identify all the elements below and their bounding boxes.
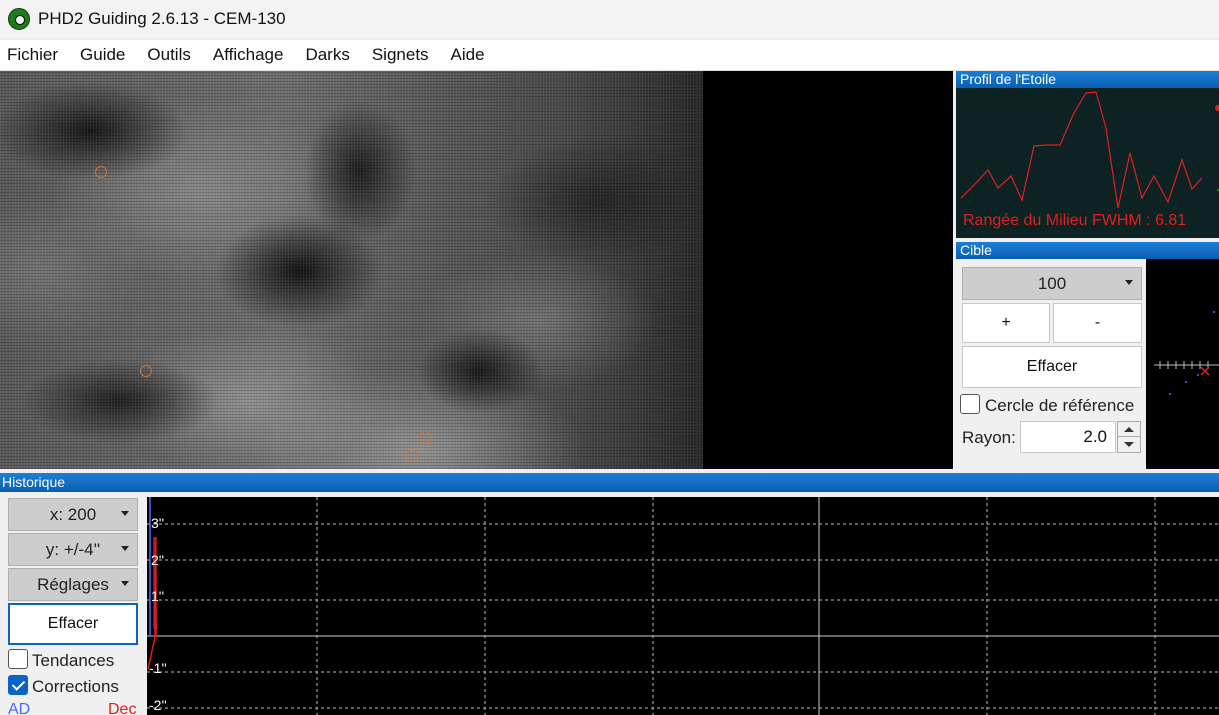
x-scale-select[interactable]: x: 200: [8, 498, 138, 531]
fwhm-label: Rangée du Milieu FWHM : 6.81: [963, 212, 1187, 229]
zoom-in-button[interactable]: +: [962, 303, 1050, 343]
radius-spinner[interactable]: [1117, 421, 1141, 453]
y-label-minus-1: -1'': [149, 660, 167, 676]
star-marker[interactable]: [140, 365, 152, 377]
history-header: Historique: [0, 473, 1219, 492]
arrow-down-icon: [1124, 442, 1134, 447]
menu-darks[interactable]: Darks: [294, 40, 360, 71]
history-grid: [147, 497, 1219, 715]
y-label-1: 1'': [151, 588, 165, 604]
legend-ad: AD: [8, 701, 31, 715]
chevron-down-icon: [121, 545, 129, 551]
arrow-up-icon: [1124, 426, 1134, 432]
target-plot: [1146, 259, 1219, 469]
target-clear-button[interactable]: Effacer: [962, 346, 1142, 388]
trends-checkbox[interactable]: [8, 649, 28, 669]
zoom-value: 100: [1037, 273, 1067, 293]
corrections-checkbox[interactable]: [8, 675, 28, 695]
chevron-down-icon: [1125, 279, 1133, 285]
menu-fichier[interactable]: Fichier: [0, 40, 69, 71]
camera-view[interactable]: [0, 71, 953, 469]
y-scale-select[interactable]: y: +/-4'': [8, 533, 138, 566]
window-title: PHD2 Guiding 2.6.13 - CEM-130: [38, 9, 286, 28]
guide-camera-image[interactable]: [0, 71, 703, 469]
ref-circle-checkbox[interactable]: [960, 394, 980, 414]
dec-correction-bar: [153, 537, 157, 629]
title-bar: PHD2 Guiding 2.6.13 - CEM-130: [0, 0, 1219, 38]
zoom-select[interactable]: 100: [962, 267, 1142, 300]
spin-up-button[interactable]: [1118, 422, 1140, 437]
menu-affichage[interactable]: Affichage: [202, 40, 295, 71]
star-profile-header: Profil de l'Etoile: [956, 71, 1219, 88]
ref-circle-label: Cercle de référence: [985, 396, 1135, 415]
spin-down-button[interactable]: [1118, 437, 1140, 452]
zoom-out-button[interactable]: -: [1053, 303, 1142, 343]
history-clear-button[interactable]: Effacer: [8, 603, 138, 645]
x-scale-value: x: 200: [49, 504, 97, 524]
star-marker[interactable]: [406, 450, 418, 462]
menu-guide[interactable]: Guide: [69, 40, 136, 71]
star-marker[interactable]: [420, 431, 432, 443]
menu-signets[interactable]: Signets: [361, 40, 440, 71]
y-label-2: 2'': [151, 552, 165, 568]
radius-input[interactable]: 2.0: [1020, 421, 1116, 453]
settings-label: Réglages: [37, 574, 109, 594]
chevron-down-icon: [121, 510, 129, 516]
phd2-window: PHD2 Guiding 2.6.13 - CEM-130 Fichier Gu…: [0, 0, 1219, 715]
star-marker[interactable]: [95, 166, 107, 178]
chevron-down-icon: [121, 580, 129, 586]
trends-label: Tendances: [32, 651, 115, 670]
y-label-3: 3'': [151, 515, 165, 531]
radius-label: Rayon:: [962, 428, 1016, 447]
menu-aide[interactable]: Aide: [440, 40, 496, 71]
target-crosshair: [1154, 311, 1219, 395]
corrections-label: Corrections: [32, 677, 119, 696]
y-scale-value: y: +/-4'': [45, 539, 101, 559]
history-graph[interactable]: 3'' 2'' 1'' -1'' -2'': [147, 497, 1219, 715]
phd2-app-icon: [8, 8, 30, 30]
menu-outils[interactable]: Outils: [136, 40, 201, 71]
star-profile-line: [960, 91, 1203, 209]
menu-bar: Fichier Guide Outils Affichage Darks Sig…: [0, 40, 1219, 71]
legend-dec: Dec: [108, 701, 137, 715]
y-label-minus-2: -2'': [149, 697, 167, 713]
target-header: Cible: [956, 242, 1219, 259]
settings-select[interactable]: Réglages: [8, 568, 138, 601]
star-profile-panel: Profil de l'Etoile Rangée du Milieu FWHM…: [956, 71, 1219, 238]
